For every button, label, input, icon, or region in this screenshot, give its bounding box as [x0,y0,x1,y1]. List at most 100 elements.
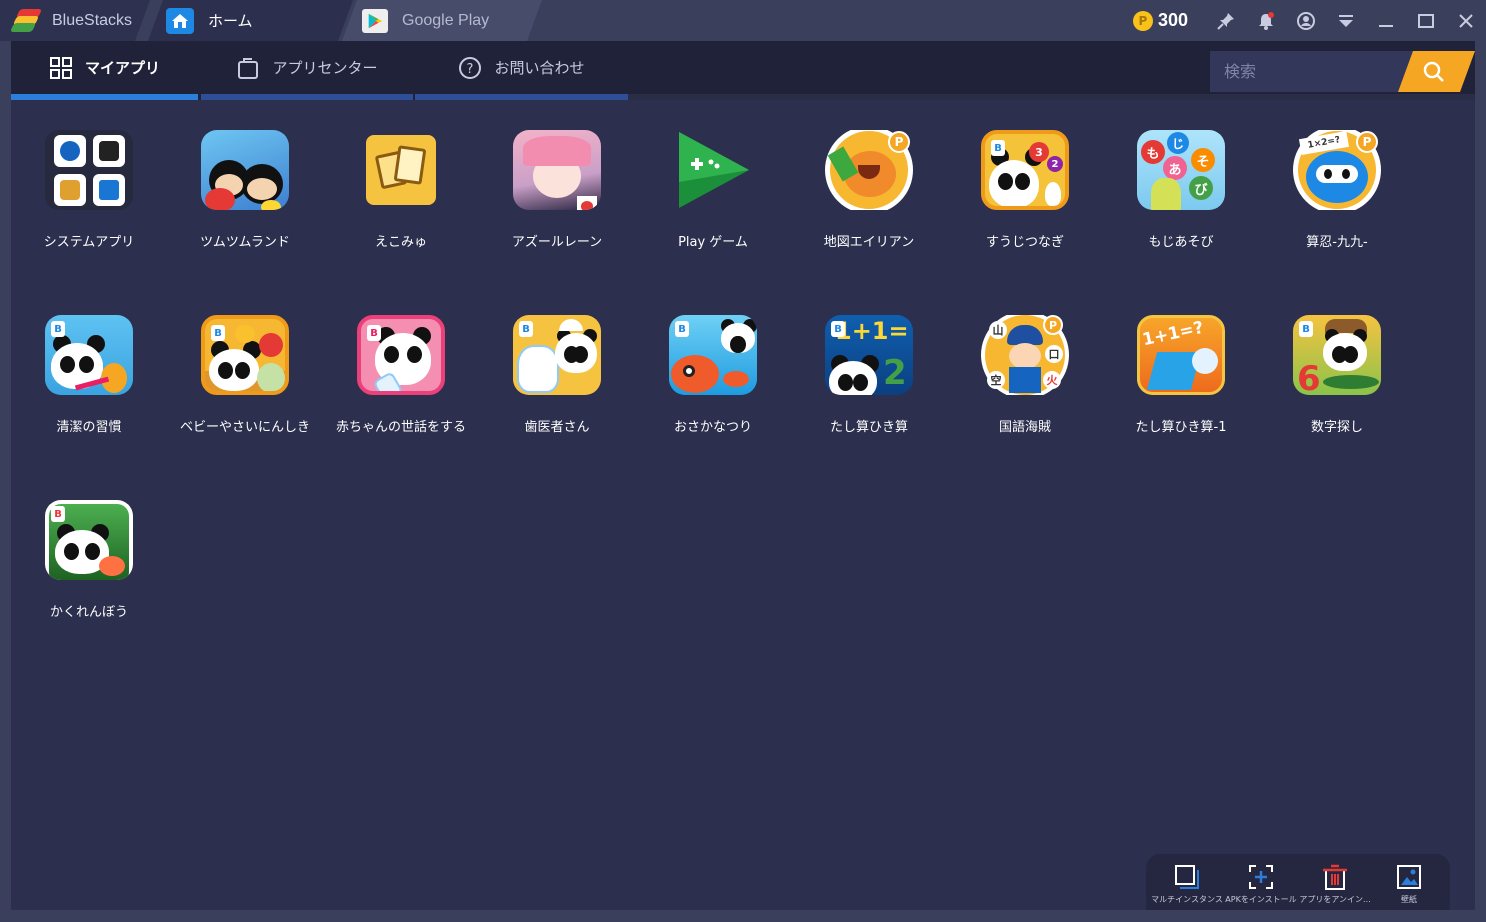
app-tashizan-hikizan[interactable]: 1+1= 2 B たし算ひき算 [791,285,947,435]
kakurenbou-icon: B [45,500,133,580]
app-azur-lane[interactable]: アズールレーン [479,100,635,250]
pin-icon[interactable] [1206,0,1246,41]
app-label: 赤ちゃんの世話をする [335,420,466,435]
moji-asobi-icon: も じ あ そ び [1137,130,1225,210]
multi-instance-button[interactable]: マルチインスタンス [1151,862,1223,905]
app-label: すうじつなぎ [985,235,1064,250]
app-label: アズールレーン [511,235,603,250]
tab-google-play-label: Google Play [402,11,490,29]
tab-home[interactable]: ホーム [148,0,353,41]
title-controls: P 300 [1132,0,1486,41]
brand: BlueStacks [0,0,150,41]
app-kakurenbou[interactable]: B かくれんぼう [11,470,167,620]
app-label: システムアプリ [43,235,135,250]
account-icon[interactable] [1286,0,1326,41]
bag-icon [238,57,259,79]
kokugo-kaizoku-icon: 山 口 空 火 P [981,315,1069,395]
app-label: ベビーやさいにんしき [179,420,310,435]
app-baby-yasai[interactable]: B ベビーやさいにんしき [167,285,323,435]
app-label: 算忍-九九- [1306,235,1368,250]
minimize-icon[interactable] [1366,0,1406,41]
tab-my-apps-label: マイアプリ [84,59,160,77]
coin-icon: P [1132,10,1153,31]
wallpaper-button[interactable]: 壁紙 [1374,862,1444,905]
svg-text:?: ? [467,62,474,77]
seiketsu-icon: B [45,315,133,395]
tab-support[interactable]: ? お問い合わせ [415,41,628,100]
uninstall-button[interactable]: アプリをアンイン... [1299,862,1371,905]
app-sannin-kuku[interactable]: 1×2=? P 算忍-九九- [1259,100,1415,250]
baby-yasai-icon: B [201,315,289,395]
app-label: たし算ひき算 [829,420,908,435]
tab-google-play[interactable]: Google Play [342,0,542,41]
chizu-alien-icon: P [825,130,913,210]
install-apk-icon [1249,865,1273,889]
frame-bottom [0,910,1486,922]
close-icon[interactable] [1446,0,1486,41]
osakana-tsuri-icon: B [669,315,757,395]
play-games-icon [669,130,757,210]
app-label: おさかなつり [673,420,752,435]
app-suuji-sagashi[interactable]: 6 B 数字探し [1259,285,1415,435]
app-play-games[interactable]: Play ゲーム [635,100,791,250]
app-chizu-alien[interactable]: P 地図エイリアン [791,100,947,250]
bottom-toolbar: マルチインスタンス APKをインストール アプリをアンイン... 壁紙 [1146,854,1450,910]
title-bar: BlueStacks ホーム Google Play P 300 [0,0,1486,41]
app-ekomyu[interactable]: えこみゅ [323,100,479,250]
app-baby-care[interactable]: B 赤ちゃんの世話をする [323,285,479,435]
app-label: 数字探し [1310,420,1363,435]
app-osakana-tsuri[interactable]: B おさかなつり [635,285,791,435]
maximize-icon[interactable] [1406,0,1446,41]
tab-home-label: ホーム [208,12,253,30]
install-apk-label: APKをインストール [1225,895,1297,904]
app-moji-asobi[interactable]: も じ あ そ び もじあそび [1103,100,1259,250]
coin-count[interactable]: 300 [1158,10,1188,31]
uninstall-icon [1323,864,1347,890]
bluestacks-logo-icon [9,8,43,33]
tashizan-hikizan-1-icon: 1+1=? [1137,315,1225,395]
app-label: 歯医者さん [524,420,590,435]
app-grid: システムアプリ ツムツムランド えこみゅ アズールレーン Play ゲーム P … [11,100,1475,910]
app-kokugo-kaizoku[interactable]: 山 口 空 火 P 国語海賊 [947,285,1103,435]
tab-my-apps[interactable]: マイアプリ [11,41,198,100]
suuji-tsunagi-icon: 3 2 B [981,130,1069,210]
tab-app-center-label: アプリセンター [272,59,378,77]
app-seiketsu[interactable]: B 清潔の習慣 [11,285,167,435]
app-label: Play ゲーム [678,235,748,250]
frame-right [1475,41,1486,922]
tab-app-center[interactable]: アプリセンター [201,41,413,100]
bell-icon[interactable] [1246,0,1286,41]
nav-bar: マイアプリ アプリセンター ? お問い合わせ [11,41,1475,100]
search-input[interactable] [1210,51,1400,92]
multi-instance-icon [1175,865,1199,889]
app-label: もじあそび [1148,235,1214,250]
multi-instance-label: マルチインスタンス [1151,895,1223,904]
app-suuji-tsunagi[interactable]: 3 2 B すうじつなぎ [947,100,1103,250]
app-system-apps[interactable]: システムアプリ [11,100,167,250]
frame-left [0,41,11,922]
tsumtsum-land-icon [201,130,289,210]
google-play-icon [362,8,388,33]
tab-support-label: お問い合わせ [494,59,585,77]
wallpaper-icon [1397,865,1421,889]
dropdown-icon[interactable] [1326,0,1366,41]
haisha-icon: B [513,315,601,395]
search-bar [1210,51,1475,92]
tashizan-hikizan-icon: 1+1= 2 B [825,315,913,395]
brand-name: BlueStacks [52,11,133,29]
home-icon [166,7,194,34]
baby-care-icon: B [357,315,445,395]
help-icon: ? [459,56,482,79]
app-haisha[interactable]: B 歯医者さん [479,285,635,435]
app-tsumtsum-land[interactable]: ツムツムランド [167,100,323,250]
system-apps-icon [45,130,133,210]
azur-lane-icon [513,130,601,210]
install-apk-button[interactable]: APKをインストール [1225,862,1297,905]
grid-icon [49,56,72,79]
ekomyu-icon [357,130,445,210]
app-label: 地図エイリアン [823,235,915,250]
app-label: ツムツムランド [200,235,290,250]
sannin-kuku-icon: 1×2=? P [1293,130,1381,210]
app-label: 清潔の習慣 [56,420,122,435]
app-tashizan-hikizan-1[interactable]: 1+1=? たし算ひき算-1 [1103,285,1259,435]
